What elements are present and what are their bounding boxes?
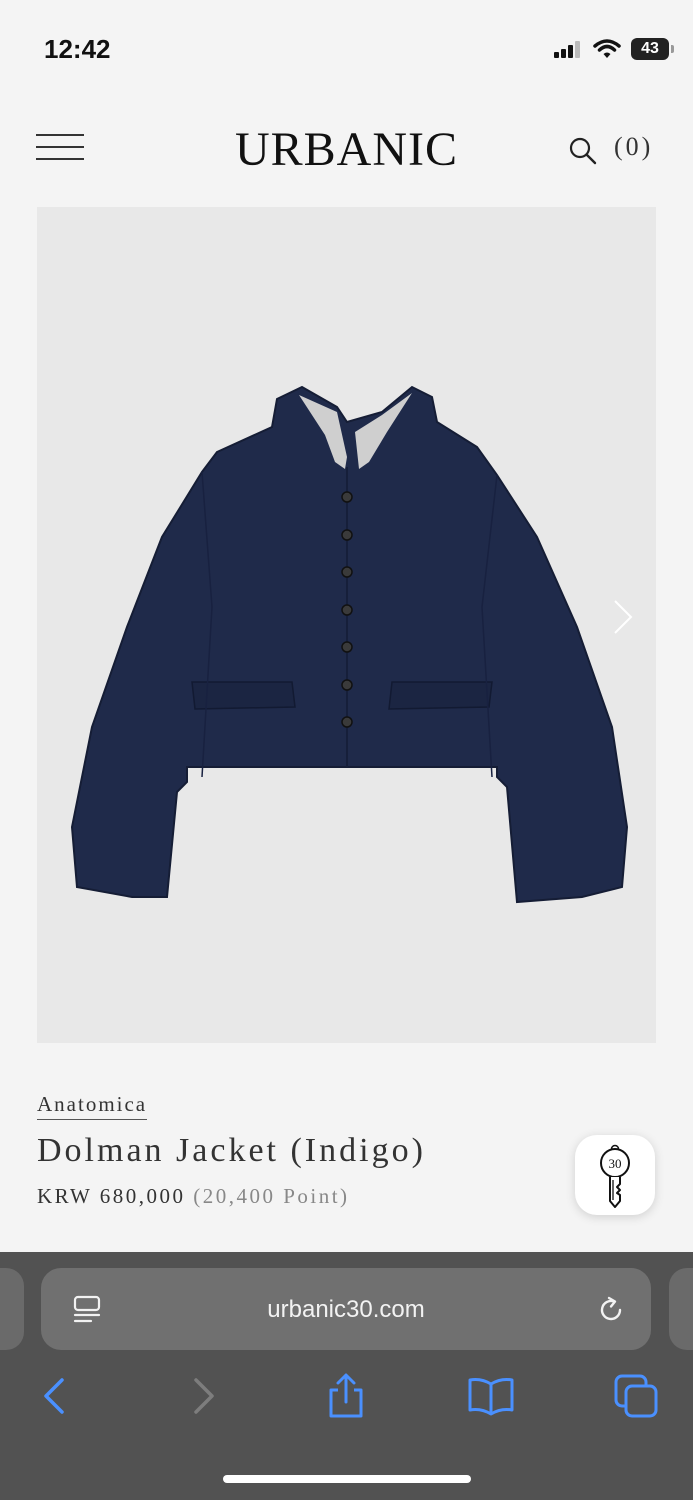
previous-tab-preview[interactable] bbox=[0, 1268, 24, 1350]
site-header: URBANIC (0) bbox=[0, 110, 693, 190]
price-line: KRW 680,000 (20,400 Point) bbox=[37, 1184, 350, 1209]
status-bar: 12:42 43 bbox=[0, 0, 693, 100]
url-text[interactable]: urbanic30.com bbox=[41, 1296, 651, 1324]
product-points: (20,400 Point) bbox=[193, 1184, 350, 1208]
floating-key-button[interactable]: 30 bbox=[575, 1135, 655, 1215]
address-bar[interactable]: urbanic30.com bbox=[41, 1268, 651, 1350]
share-icon[interactable] bbox=[321, 1372, 371, 1420]
home-indicator bbox=[223, 1475, 471, 1483]
product-image[interactable] bbox=[37, 207, 656, 1043]
product-price: KRW 680,000 bbox=[37, 1184, 186, 1208]
jacket-illustration bbox=[70, 385, 629, 904]
chevron-right-icon[interactable] bbox=[607, 597, 637, 637]
reload-icon[interactable] bbox=[595, 1294, 627, 1326]
bookmarks-icon[interactable] bbox=[466, 1372, 516, 1420]
cart-count[interactable]: (0) bbox=[614, 132, 653, 162]
cellular-signal-icon bbox=[554, 41, 580, 58]
search-icon[interactable] bbox=[568, 136, 598, 166]
badge-number: 30 bbox=[609, 1156, 622, 1171]
tabs-icon[interactable] bbox=[612, 1372, 662, 1420]
battery-indicator: 43 bbox=[631, 38, 674, 60]
next-tab-preview[interactable] bbox=[669, 1268, 693, 1350]
wifi-icon bbox=[593, 39, 621, 58]
product-name: Dolman Jacket (Indigo) bbox=[37, 1132, 426, 1169]
status-time: 12:42 bbox=[44, 34, 111, 64]
brand-link[interactable]: Anatomica bbox=[37, 1092, 148, 1120]
status-icons: 43 bbox=[553, 38, 674, 60]
key-icon: 30 bbox=[600, 1144, 630, 1208]
back-arrow-icon[interactable] bbox=[30, 1372, 80, 1420]
browser-chrome: urbanic30.com bbox=[0, 1252, 693, 1500]
forward-arrow-icon[interactable] bbox=[178, 1372, 228, 1420]
